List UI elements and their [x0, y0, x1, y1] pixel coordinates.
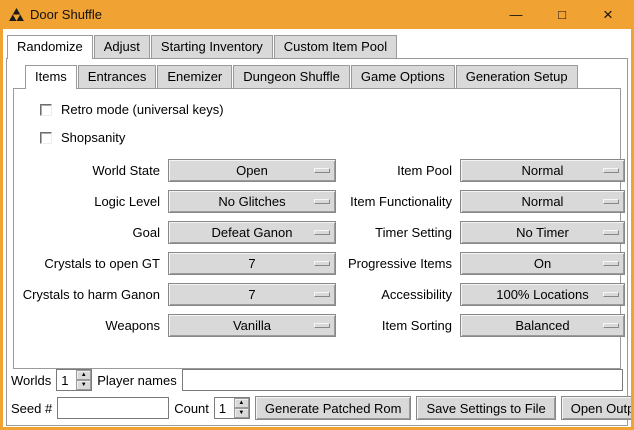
settings-grid: World State Open Item Pool Normal Logic …: [22, 159, 620, 337]
window-title: Door Shuffle: [30, 7, 102, 22]
item-functionality-label: Item Functionality: [342, 194, 454, 209]
shopsanity-checkbox[interactable]: Shopsanity: [40, 130, 620, 145]
crystals-ganon-dropdown[interactable]: 7: [168, 283, 336, 306]
progressive-items-dropdown[interactable]: On: [460, 252, 625, 275]
menu-indicator-icon: [314, 323, 330, 328]
title-bar: Door Shuffle — □ ×: [3, 0, 631, 29]
progressive-items-label: Progressive Items: [342, 256, 454, 271]
logic-level-label: Logic Level: [22, 194, 162, 209]
item-sorting-dropdown[interactable]: Balanced: [460, 314, 625, 337]
worlds-up-button[interactable]: ▲: [76, 370, 91, 380]
accessibility-dropdown[interactable]: 100% Locations: [460, 283, 625, 306]
item-pool-dropdown[interactable]: Normal: [460, 159, 625, 182]
checkbox-indicator[interactable]: [40, 104, 52, 116]
goal-label: Goal: [22, 225, 162, 240]
menu-indicator-icon: [314, 261, 330, 266]
worlds-row: Worlds 1 ▲ ▼ Player names: [11, 369, 623, 391]
goal-dropdown[interactable]: Defeat Ganon: [168, 221, 336, 244]
menu-indicator-icon: [314, 230, 330, 235]
crystals-gt-label: Crystals to open GT: [22, 256, 162, 271]
logic-level-dropdown[interactable]: No Glitches: [168, 190, 336, 213]
world-state-dropdown[interactable]: Open: [168, 159, 336, 182]
shopsanity-label: Shopsanity: [61, 130, 125, 145]
count-spinner[interactable]: 1 ▲ ▼: [214, 397, 250, 419]
items-tab-pane: Retro mode (universal keys) Shopsanity W…: [13, 88, 621, 369]
tab-starting-inventory[interactable]: Starting Inventory: [151, 35, 273, 58]
menu-indicator-icon: [603, 168, 619, 173]
accessibility-label: Accessibility: [342, 287, 454, 302]
item-sorting-label: Item Sorting: [342, 318, 454, 333]
player-names-label: Player names: [97, 373, 176, 388]
menu-indicator-icon: [603, 323, 619, 328]
crystals-gt-dropdown[interactable]: 7: [168, 252, 336, 275]
retro-mode-checkbox[interactable]: Retro mode (universal keys): [40, 102, 620, 117]
tab-items[interactable]: Items: [25, 65, 77, 89]
menu-indicator-icon: [603, 292, 619, 297]
tab-entrances[interactable]: Entrances: [78, 65, 157, 88]
menu-indicator-icon: [603, 199, 619, 204]
seed-input[interactable]: [57, 397, 169, 419]
tab-custom-item-pool[interactable]: Custom Item Pool: [274, 35, 397, 58]
bottom-bar: Worlds 1 ▲ ▼ Player names Seed # Count: [7, 369, 627, 425]
count-label: Count: [174, 401, 209, 416]
tab-dungeon-shuffle[interactable]: Dungeon Shuffle: [233, 65, 350, 88]
randomize-tab-pane: Items Entrances Enemizer Dungeon Shuffle…: [6, 58, 628, 426]
outer-tab-bar: Randomize Adjust Starting Inventory Cust…: [3, 29, 631, 58]
player-names-input[interactable]: [182, 369, 623, 391]
close-button[interactable]: ×: [585, 0, 631, 29]
tab-randomize[interactable]: Randomize: [7, 35, 93, 59]
app-icon: [9, 8, 24, 21]
inner-tab-bar: Items Entrances Enemizer Dungeon Shuffle…: [7, 59, 627, 88]
seed-row: Seed # Count 1 ▲ ▼ Generate Patched Rom …: [11, 396, 623, 420]
count-up-button[interactable]: ▲: [234, 398, 249, 408]
weapons-label: Weapons: [22, 318, 162, 333]
menu-indicator-icon: [314, 168, 330, 173]
menu-indicator-icon: [314, 199, 330, 204]
tab-generation-setup[interactable]: Generation Setup: [456, 65, 578, 88]
window-controls: — □ ×: [493, 0, 631, 29]
worlds-down-button[interactable]: ▼: [76, 380, 91, 390]
seed-label: Seed #: [11, 401, 52, 416]
tab-adjust[interactable]: Adjust: [94, 35, 150, 58]
tab-game-options[interactable]: Game Options: [351, 65, 455, 88]
crystals-ganon-label: Crystals to harm Ganon: [22, 287, 162, 302]
maximize-button[interactable]: □: [539, 0, 585, 29]
checkbox-indicator[interactable]: [40, 132, 52, 144]
app-window: Door Shuffle — □ × Randomize Adjust Star…: [0, 0, 634, 430]
menu-indicator-icon: [603, 261, 619, 266]
tab-enemizer[interactable]: Enemizer: [157, 65, 232, 88]
world-state-label: World State: [22, 163, 162, 178]
menu-indicator-icon: [314, 292, 330, 297]
minimize-button[interactable]: —: [493, 0, 539, 29]
menu-indicator-icon: [603, 230, 619, 235]
generate-patched-rom-button[interactable]: Generate Patched Rom: [255, 396, 412, 420]
open-output-directory-button[interactable]: Open Output Directory: [561, 396, 631, 420]
save-settings-button[interactable]: Save Settings to File: [416, 396, 555, 420]
item-functionality-dropdown[interactable]: Normal: [460, 190, 625, 213]
timer-setting-dropdown[interactable]: No Timer: [460, 221, 625, 244]
count-down-button[interactable]: ▼: [234, 408, 249, 418]
weapons-dropdown[interactable]: Vanilla: [168, 314, 336, 337]
retro-mode-label: Retro mode (universal keys): [61, 102, 224, 117]
item-pool-label: Item Pool: [342, 163, 454, 178]
window-content: Randomize Adjust Starting Inventory Cust…: [3, 29, 631, 427]
worlds-spinner[interactable]: 1 ▲ ▼: [56, 369, 92, 391]
worlds-label: Worlds: [11, 373, 51, 388]
timer-setting-label: Timer Setting: [342, 225, 454, 240]
